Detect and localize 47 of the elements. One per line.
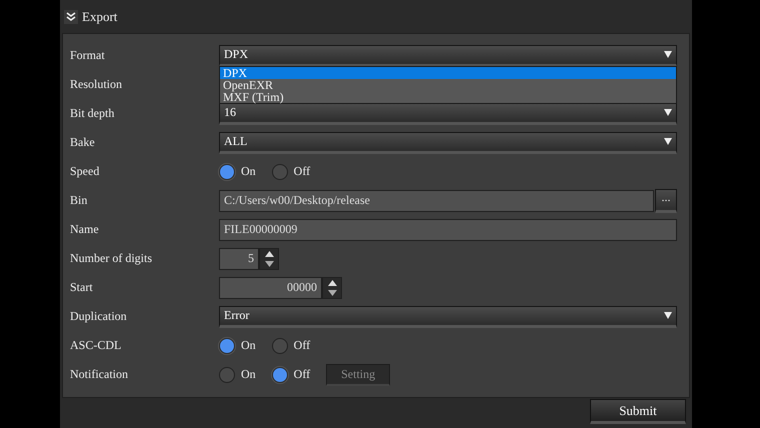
dropdown-option[interactable]: DPX bbox=[220, 66, 676, 78]
input-field[interactable]: C:/Users/w00/Desktop/release bbox=[219, 190, 654, 212]
number-field[interactable]: 5 bbox=[219, 248, 259, 270]
radio-button[interactable] bbox=[272, 338, 288, 354]
dropdown-option[interactable]: OpenEXR bbox=[220, 78, 676, 90]
up-arrow-icon[interactable] bbox=[328, 280, 336, 286]
radio-label: Off bbox=[294, 164, 310, 179]
radio-label: Off bbox=[294, 338, 310, 353]
radio-button[interactable] bbox=[272, 164, 288, 180]
dropdown-arrow-icon bbox=[664, 108, 672, 117]
up-arrow-icon[interactable] bbox=[264, 250, 274, 256]
field-label: Number of digits bbox=[70, 251, 153, 266]
dropdown-arrow-icon bbox=[664, 137, 672, 146]
field-label: Format bbox=[70, 48, 106, 63]
dropdown[interactable]: 16 bbox=[219, 102, 677, 124]
window-title: Export bbox=[82, 8, 118, 24]
field-label: ASC-CDL bbox=[70, 338, 122, 353]
radio-button[interactable] bbox=[219, 164, 235, 180]
number-field[interactable]: 00000 bbox=[219, 276, 322, 298]
radio-button[interactable] bbox=[219, 338, 235, 354]
field-label: Notification bbox=[70, 367, 129, 382]
radio-label: Off bbox=[294, 367, 310, 382]
field-label: Speed bbox=[70, 164, 100, 179]
radio-button[interactable] bbox=[272, 366, 288, 382]
down-arrow-icon[interactable] bbox=[328, 290, 336, 296]
field-label: Start bbox=[70, 280, 94, 295]
dropdown[interactable]: DPX bbox=[219, 44, 677, 66]
field-label: Duplication bbox=[70, 309, 128, 324]
collapse-icon[interactable] bbox=[64, 10, 78, 24]
submit-button[interactable]: Submit bbox=[590, 399, 686, 424]
radio-button[interactable] bbox=[219, 366, 235, 382]
field-label: Resolution bbox=[70, 77, 124, 92]
field-label: Bit depth bbox=[70, 106, 116, 121]
down-arrow-icon[interactable] bbox=[264, 260, 274, 266]
field-label: Bin bbox=[70, 193, 88, 208]
dropdown-option[interactable]: MXF (Trim) bbox=[220, 90, 676, 102]
radio-label: On bbox=[241, 367, 256, 382]
radio-label: On bbox=[241, 164, 256, 179]
dropdown-arrow-icon bbox=[664, 50, 672, 59]
radio-label: On bbox=[241, 338, 256, 353]
input-field[interactable]: FILE00000009 bbox=[219, 218, 677, 240]
dropdown[interactable]: Error bbox=[219, 306, 677, 328]
field-label: Name bbox=[70, 222, 100, 237]
dropdown[interactable]: ALL bbox=[219, 132, 677, 154]
field-label: Bake bbox=[70, 135, 96, 150]
dropdown-arrow-icon bbox=[664, 311, 672, 320]
browse-button[interactable]: ... bbox=[655, 188, 677, 212]
